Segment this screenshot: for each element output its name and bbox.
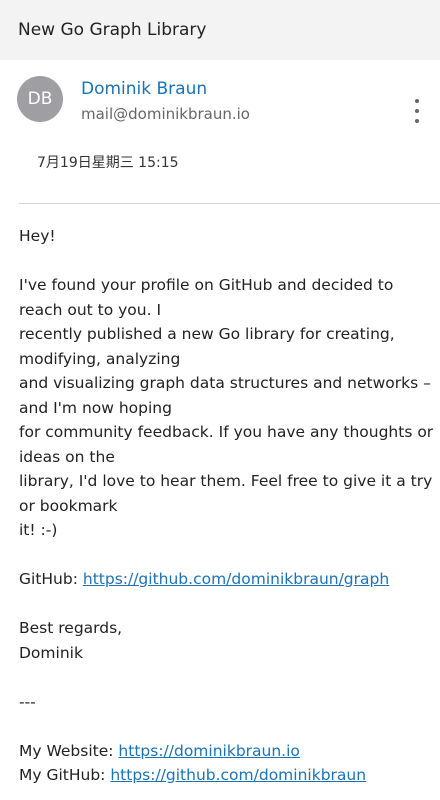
dot-icon [415, 109, 419, 113]
separator: --- [19, 692, 36, 711]
closing: Best regards, [19, 619, 123, 637]
email-body: Hey! I've found your profile on GitHub a… [19, 224, 434, 788]
body-line: recently published a new Go library for … [19, 325, 395, 343]
github-link[interactable]: https://github.com/dominikbraun/graph [83, 570, 389, 588]
body-line: library, I'd love to hear them. Feel fre… [19, 472, 433, 490]
dot-icon [415, 99, 419, 103]
sender-name[interactable]: Dominik Braun [81, 79, 207, 99]
mygithub-line: My GitHub: https://github.com/dominikbra… [19, 763, 431, 788]
body-line: I've found your profile on GitHub and de… [19, 276, 394, 294]
mygithub-link[interactable]: https://github.com/dominikbraun [110, 766, 366, 784]
github-line: GitHub: https://github.com/dominikbraun/… [19, 567, 431, 592]
body-line: for community feedback. If you have any … [19, 423, 434, 441]
body-line: reach out to you. I [19, 300, 162, 319]
divider [19, 203, 440, 204]
greeting: Hey! [19, 227, 56, 245]
body-line: and I'm now hoping [19, 398, 172, 417]
body-line: and visualizing graph data structures an… [19, 374, 431, 392]
body-line: or bookmark [19, 496, 118, 515]
more-options-button[interactable] [406, 99, 428, 123]
body-line: it! :-) [19, 521, 58, 539]
body-line: ideas on the [19, 447, 115, 466]
mygithub-label: My GitHub: [19, 766, 111, 784]
body-line: modifying, analyzing [19, 349, 181, 368]
website-link[interactable]: https://dominikbraun.io [118, 742, 299, 760]
website-line: My Website: https://dominikbraun.io [19, 739, 431, 764]
email-subject: New Go Graph Library [18, 20, 207, 40]
avatar[interactable]: DB [17, 76, 63, 122]
header-bar: New Go Graph Library [0, 0, 440, 60]
signature: Dominik [19, 643, 83, 662]
sender-email: mail@dominikbraun.io [81, 105, 250, 123]
email-date: 7月19日星期三 15:15 [37, 155, 179, 171]
website-label: My Website: [19, 741, 119, 760]
dot-icon [415, 119, 419, 123]
github-label: GitHub: [19, 570, 83, 588]
